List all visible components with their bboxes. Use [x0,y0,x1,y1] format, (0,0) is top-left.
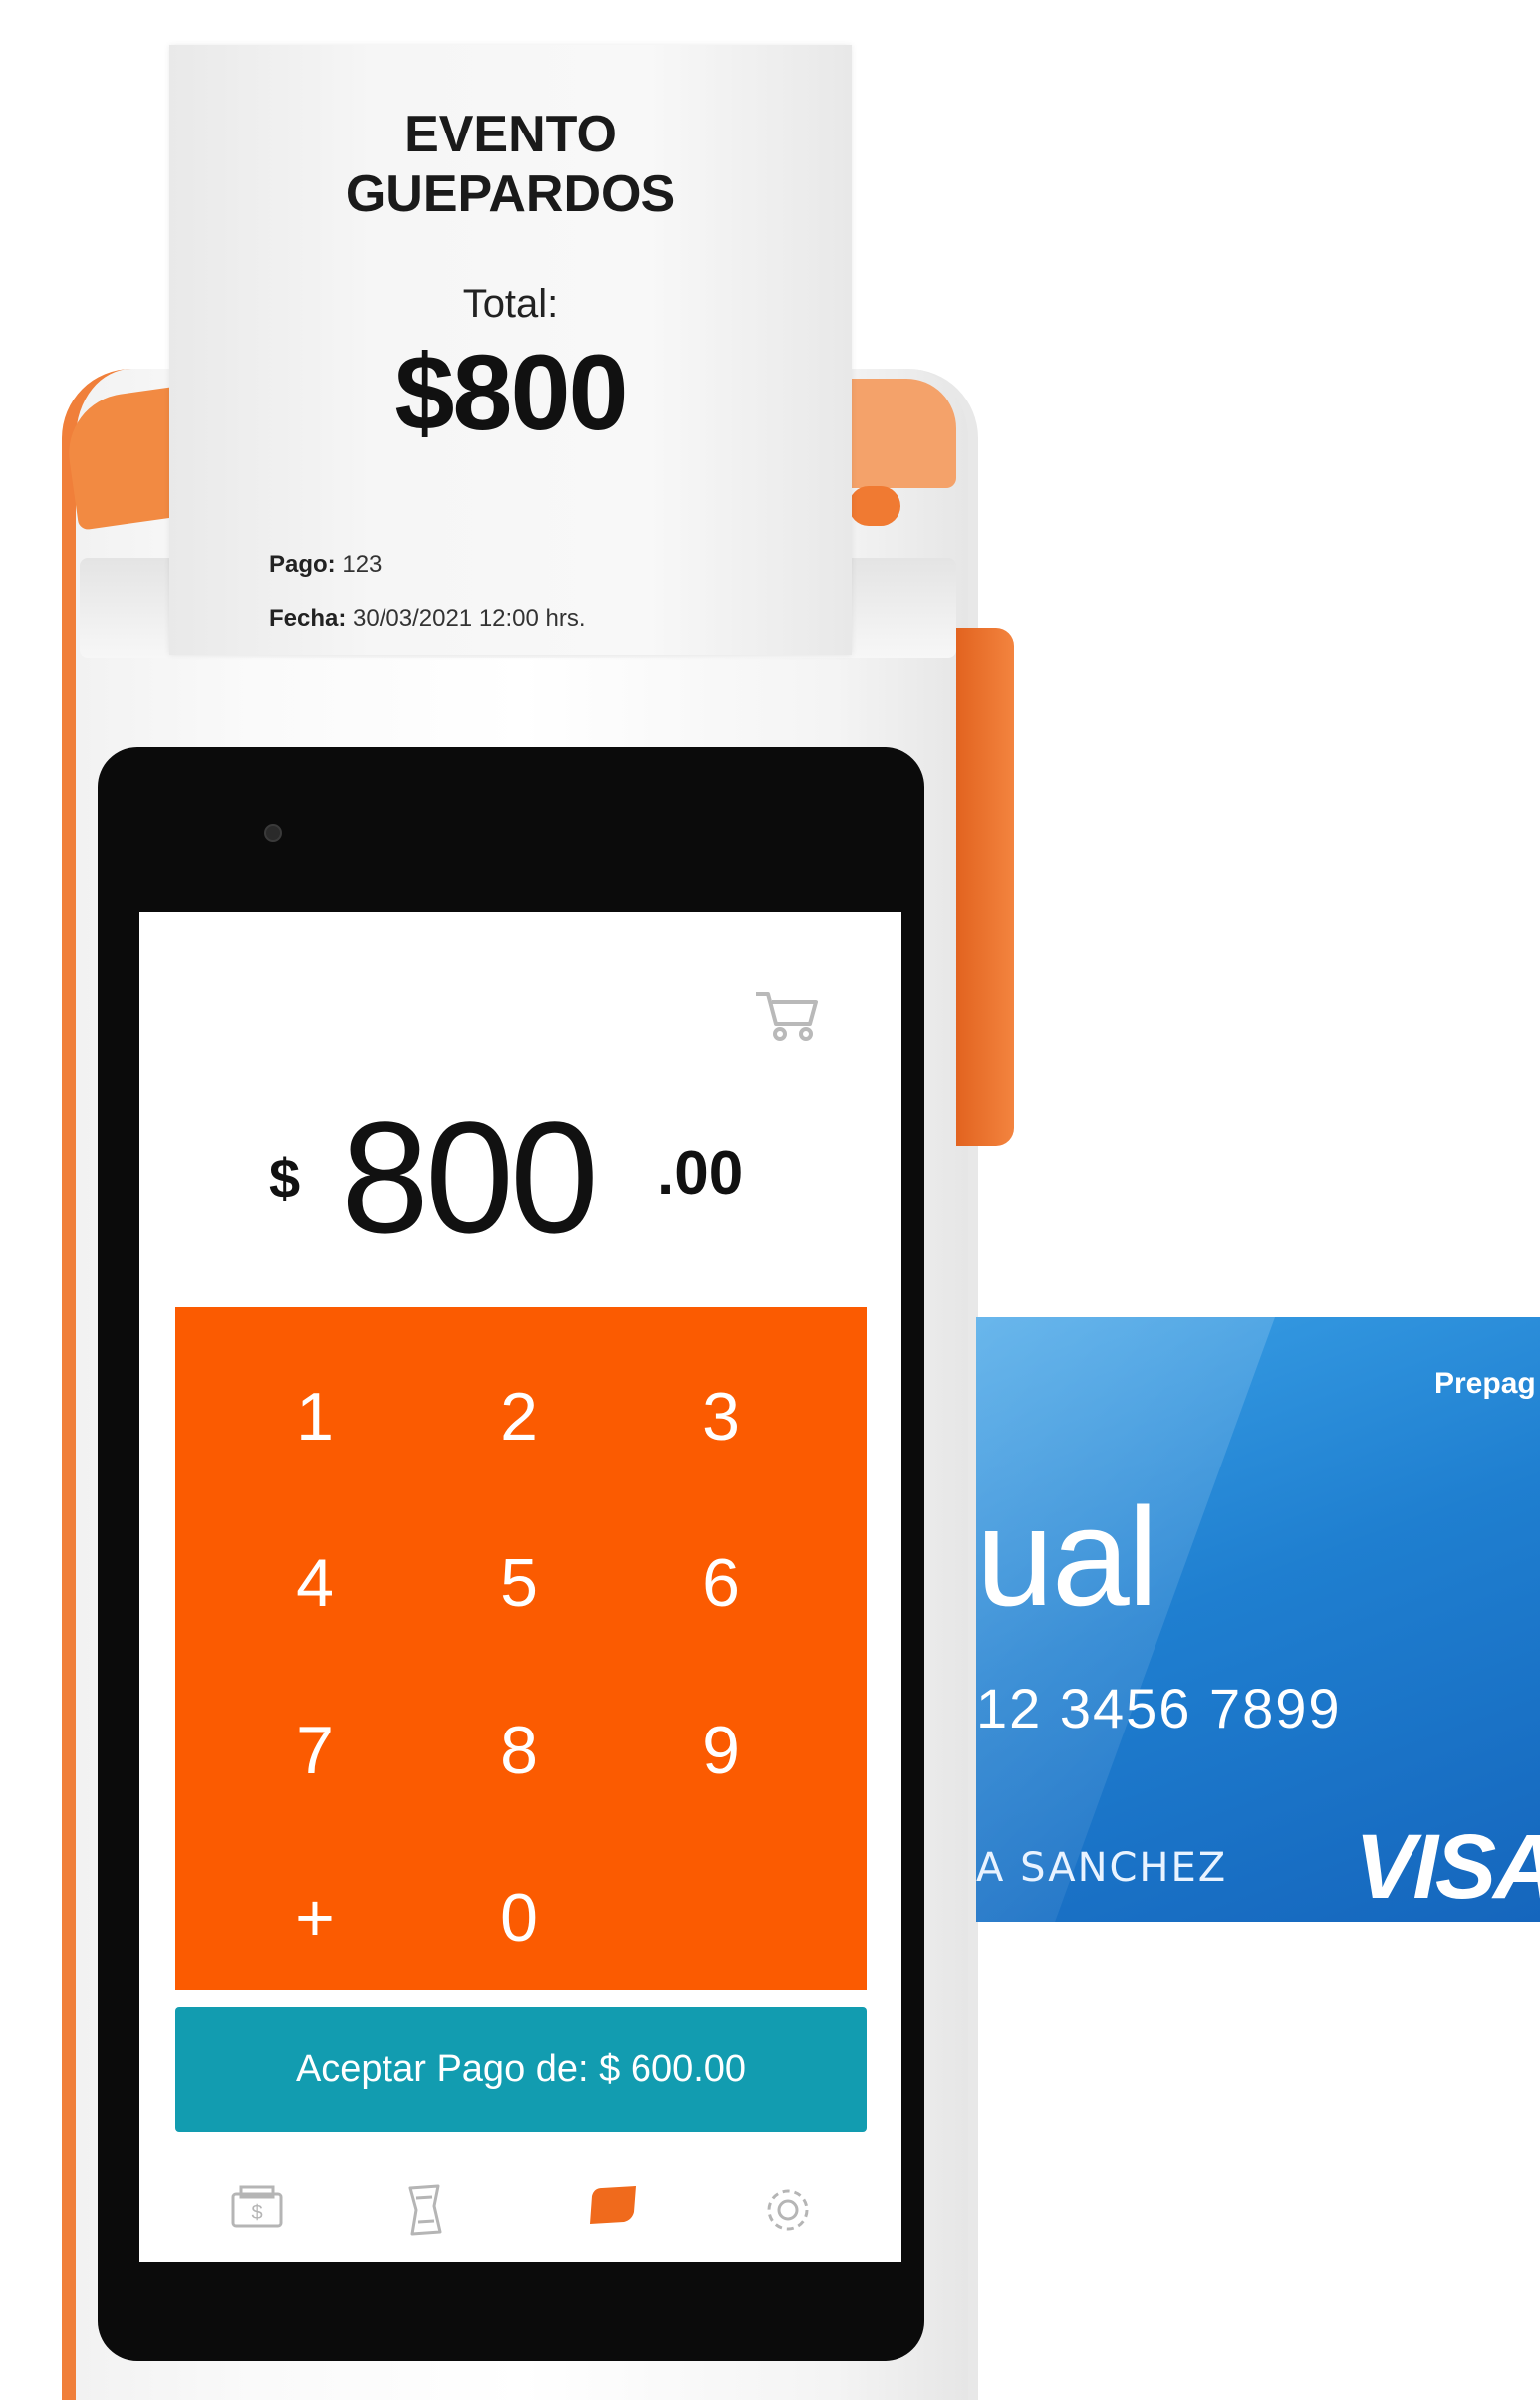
key-5[interactable]: 5 [459,1528,579,1638]
amount-currency: $ [269,1147,301,1209]
side-button[interactable] [956,628,1014,1146]
amount-value: 800 [341,1088,599,1266]
card-icon[interactable] [586,2182,642,2228]
receipt-title: EVENTO GUEPARDOS [169,105,852,224]
svg-text:$: $ [251,2202,262,2224]
key-3[interactable]: 3 [661,1362,781,1471]
key-1[interactable]: 1 [255,1362,375,1471]
prepaid-card: Prepag ual 12 3456 7899 A SANCHEZ VISA [976,1317,1540,1922]
receipt-pago-line: Pago: 123 [269,551,382,579]
card-brand: ual [976,1478,1158,1635]
receipt-title-line1: EVENTO [404,106,617,163]
cash-icon[interactable]: $ [227,2182,287,2232]
numeric-keypad: 1 2 3 4 5 6 7 8 9 + 0 [175,1307,867,1990]
receipt-icon[interactable] [400,2182,450,2238]
key-2[interactable]: 2 [459,1362,579,1471]
receipt-fecha-value: 30/03/2021 12:00 hrs. [353,605,586,632]
key-6[interactable]: 6 [661,1528,781,1638]
amount-cents: .00 [657,1139,744,1207]
gear-icon[interactable] [760,2182,816,2238]
accept-payment-button[interactable]: Aceptar Pago de: $ 600.00 [175,2007,867,2132]
key-8[interactable]: 8 [459,1696,579,1805]
receipt-total-value: $800 [394,332,628,452]
key-plus[interactable]: + [255,1863,375,1973]
camera-icon [264,824,282,842]
receipt-fecha-line: Fecha: 30/03/2021 12:00 hrs. [269,605,586,633]
key-9[interactable]: 9 [661,1696,781,1805]
card-number: 12 3456 7899 [976,1677,1342,1739]
card-holder: A SANCHEZ [976,1845,1228,1891]
receipt-pago-value: 123 [342,551,383,578]
cart-icon[interactable] [752,986,822,1046]
card-label: Prepag [1434,1367,1536,1400]
receipt-fecha-label: Fecha: [269,605,347,632]
receipt-pago-label: Pago: [269,551,336,578]
printed-receipt: EVENTO GUEPARDOS Total: $800 Pago: 123 F… [169,45,852,655]
visa-logo: VISA [1355,1816,1540,1918]
key-0[interactable]: 0 [459,1863,579,1973]
printer-indicator [849,486,900,526]
receipt-total-label: Total: [462,282,559,326]
key-7[interactable]: 7 [255,1696,375,1805]
receipt-title-line2: GUEPARDOS [345,165,676,223]
key-4[interactable]: 4 [255,1528,375,1638]
